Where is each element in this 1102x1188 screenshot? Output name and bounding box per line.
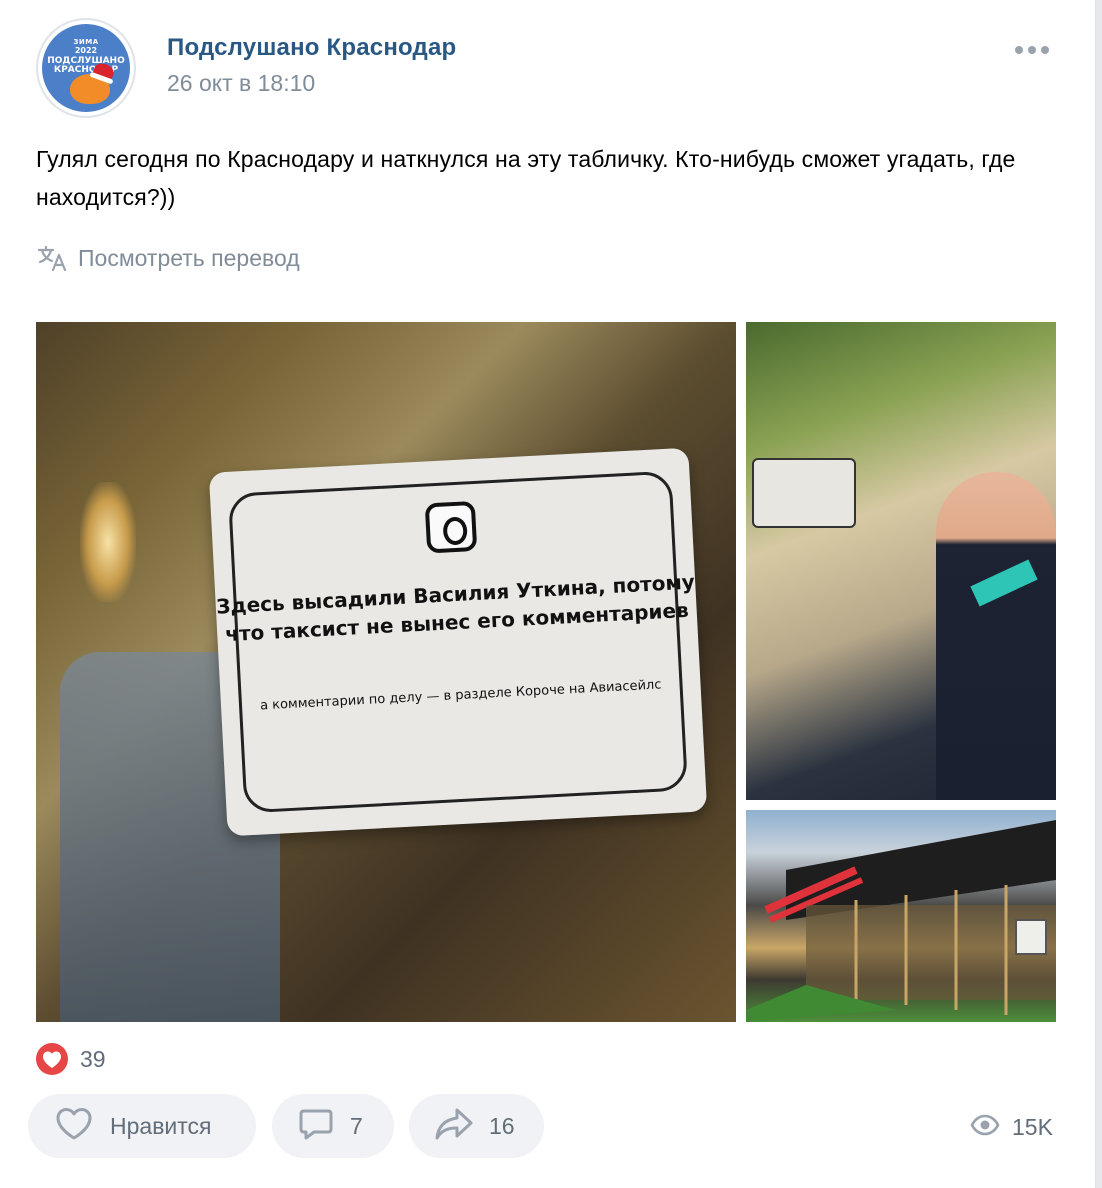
dot-icon (1015, 46, 1023, 54)
avatar-image: ЗИМА 2022 ПОДСЛУШАНО КРАСНОДАР (42, 24, 130, 112)
man-illustration (936, 472, 1056, 800)
reaction-count: 39 (80, 1045, 106, 1072)
small-plaque-illustration (752, 458, 856, 528)
comment-button[interactable]: 7 (272, 1094, 394, 1158)
avatar-line-1: ЗИМА (73, 38, 99, 46)
share-count: 16 (489, 1112, 515, 1139)
eye-icon (970, 1110, 1000, 1145)
photo-man-at-door[interactable] (746, 322, 1056, 800)
post-card: ЗИМА 2022 ПОДСЛУШАНО КРАСНОДАР Подслушан… (0, 0, 1096, 1188)
lamp-illustration (80, 482, 136, 602)
like-button[interactable]: Нравится (28, 1094, 256, 1158)
reactions-summary[interactable]: 39 (36, 1040, 106, 1078)
post-text: Гулял сегодня по Краснодару и наткнулся … (36, 146, 1016, 210)
comment-count: 7 (350, 1112, 363, 1139)
like-label: Нравится (110, 1112, 212, 1139)
translate-label: Посмотреть перевод (78, 244, 300, 271)
facade-illustration (746, 820, 1056, 1022)
plaque-subtitle: а комментарии по делу — в разделе Короче… (259, 677, 662, 714)
dot-icon (1041, 46, 1049, 54)
plaque-logo-icon (424, 500, 478, 554)
scrollbar-track[interactable] (1096, 0, 1102, 1188)
heart-icon (36, 1043, 68, 1075)
dot-icon (1028, 46, 1036, 54)
translate-link[interactable]: Посмотреть перевод (36, 240, 300, 276)
translate-icon (36, 242, 68, 274)
group-avatar[interactable]: ЗИМА 2022 ПОДСЛУШАНО КРАСНОДАР (36, 18, 136, 118)
photo-building-facade[interactable] (746, 810, 1056, 1022)
more-options-button[interactable] (1010, 38, 1054, 62)
share-button[interactable]: 16 (409, 1094, 544, 1158)
plaque-title: Здесь высадили Василия Уткина, потому чт… (215, 569, 696, 647)
photo-main[interactable]: Здесь высадили Василия Уткина, потому чт… (36, 322, 736, 1022)
share-icon (433, 1104, 475, 1149)
views-count: 15K (1012, 1113, 1053, 1140)
heart-outline-icon (52, 1104, 96, 1149)
avatar-line-2: 2022 (74, 46, 98, 55)
comment-icon (296, 1104, 336, 1149)
views-counter: 15K (970, 1110, 1053, 1144)
group-name-link[interactable]: Подслушано Краснодар (167, 34, 456, 62)
plaque-illustration: Здесь высадили Василия Уткина, потому чт… (208, 447, 708, 837)
post-date[interactable]: 26 окт в 18:10 (167, 70, 315, 97)
